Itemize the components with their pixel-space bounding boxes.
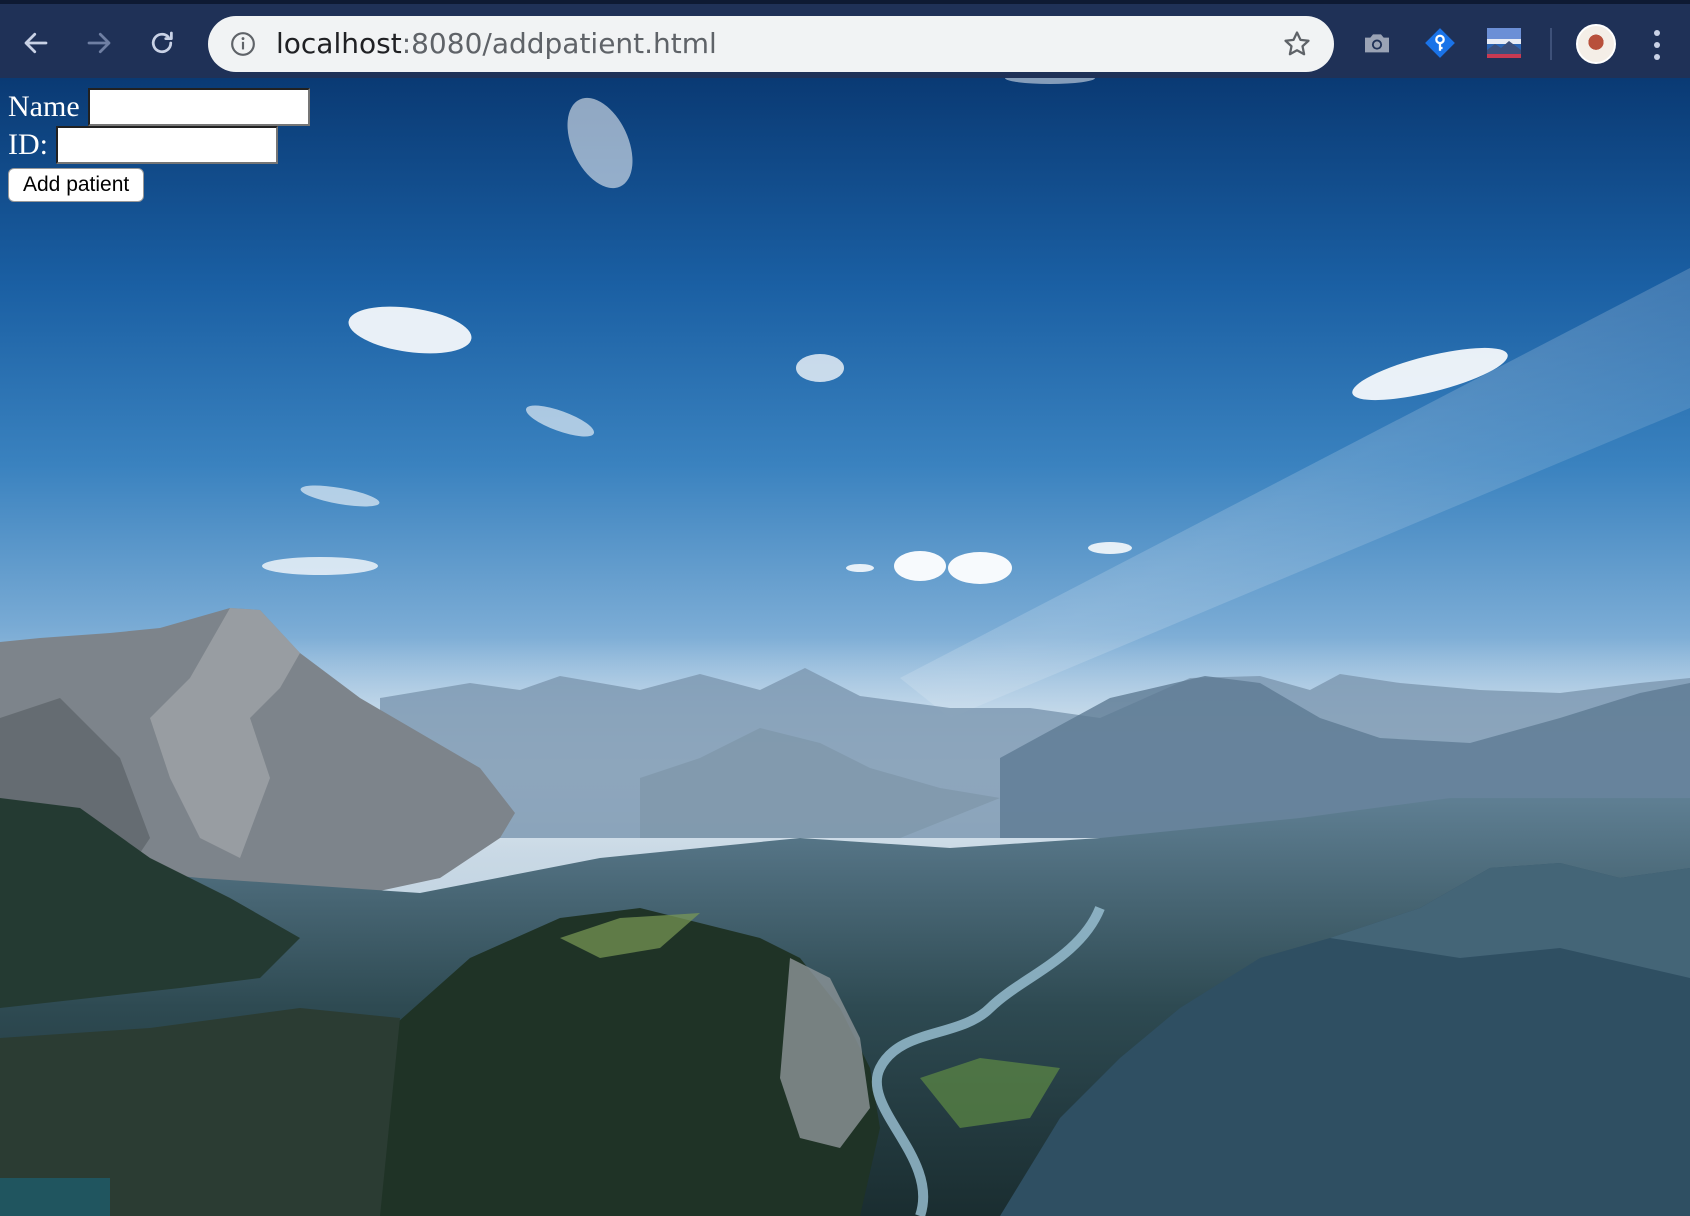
arrow-left-icon <box>24 32 48 54</box>
mountain-background-image <box>0 78 1690 1216</box>
add-patient-form: Name ID: Add patient <box>8 88 310 202</box>
id-label: ID: <box>8 128 48 161</box>
arrow-right-icon <box>87 32 111 54</box>
kebab-menu-icon[interactable] <box>1650 28 1664 62</box>
page-viewport: Name ID: Add patient <box>0 78 1690 1216</box>
url-host: localhost <box>276 27 402 60</box>
extension-camera[interactable] <box>1360 26 1394 60</box>
toolbar-divider <box>1550 28 1552 60</box>
star-icon[interactable] <box>1282 29 1312 59</box>
reload-button[interactable] <box>143 24 181 62</box>
camera-icon <box>1365 34 1389 53</box>
url-path: :8080/addpatient.html <box>401 27 717 60</box>
forward-button[interactable] <box>80 24 118 62</box>
key-diamond-icon <box>1425 28 1455 58</box>
avatar[interactable] <box>1576 24 1616 64</box>
landscape-thumbnail-icon <box>1487 28 1521 58</box>
browser-toolbar: localhost:8080/addpatient.html <box>0 0 1690 78</box>
name-row: Name <box>8 88 310 126</box>
info-circle-icon[interactable] <box>230 31 256 57</box>
extension-key[interactable] <box>1423 26 1457 60</box>
id-row: ID: <box>8 126 310 164</box>
back-button[interactable] <box>17 24 55 62</box>
address-url[interactable]: localhost:8080/addpatient.html <box>276 28 717 60</box>
reload-icon <box>151 31 173 54</box>
address-bar[interactable]: localhost:8080/addpatient.html <box>208 16 1334 72</box>
extension-thumbnail[interactable] <box>1487 26 1521 60</box>
name-input[interactable] <box>87 88 310 126</box>
add-patient-button[interactable]: Add patient <box>8 168 145 202</box>
id-input[interactable] <box>56 126 278 164</box>
name-label: Name <box>8 90 80 123</box>
